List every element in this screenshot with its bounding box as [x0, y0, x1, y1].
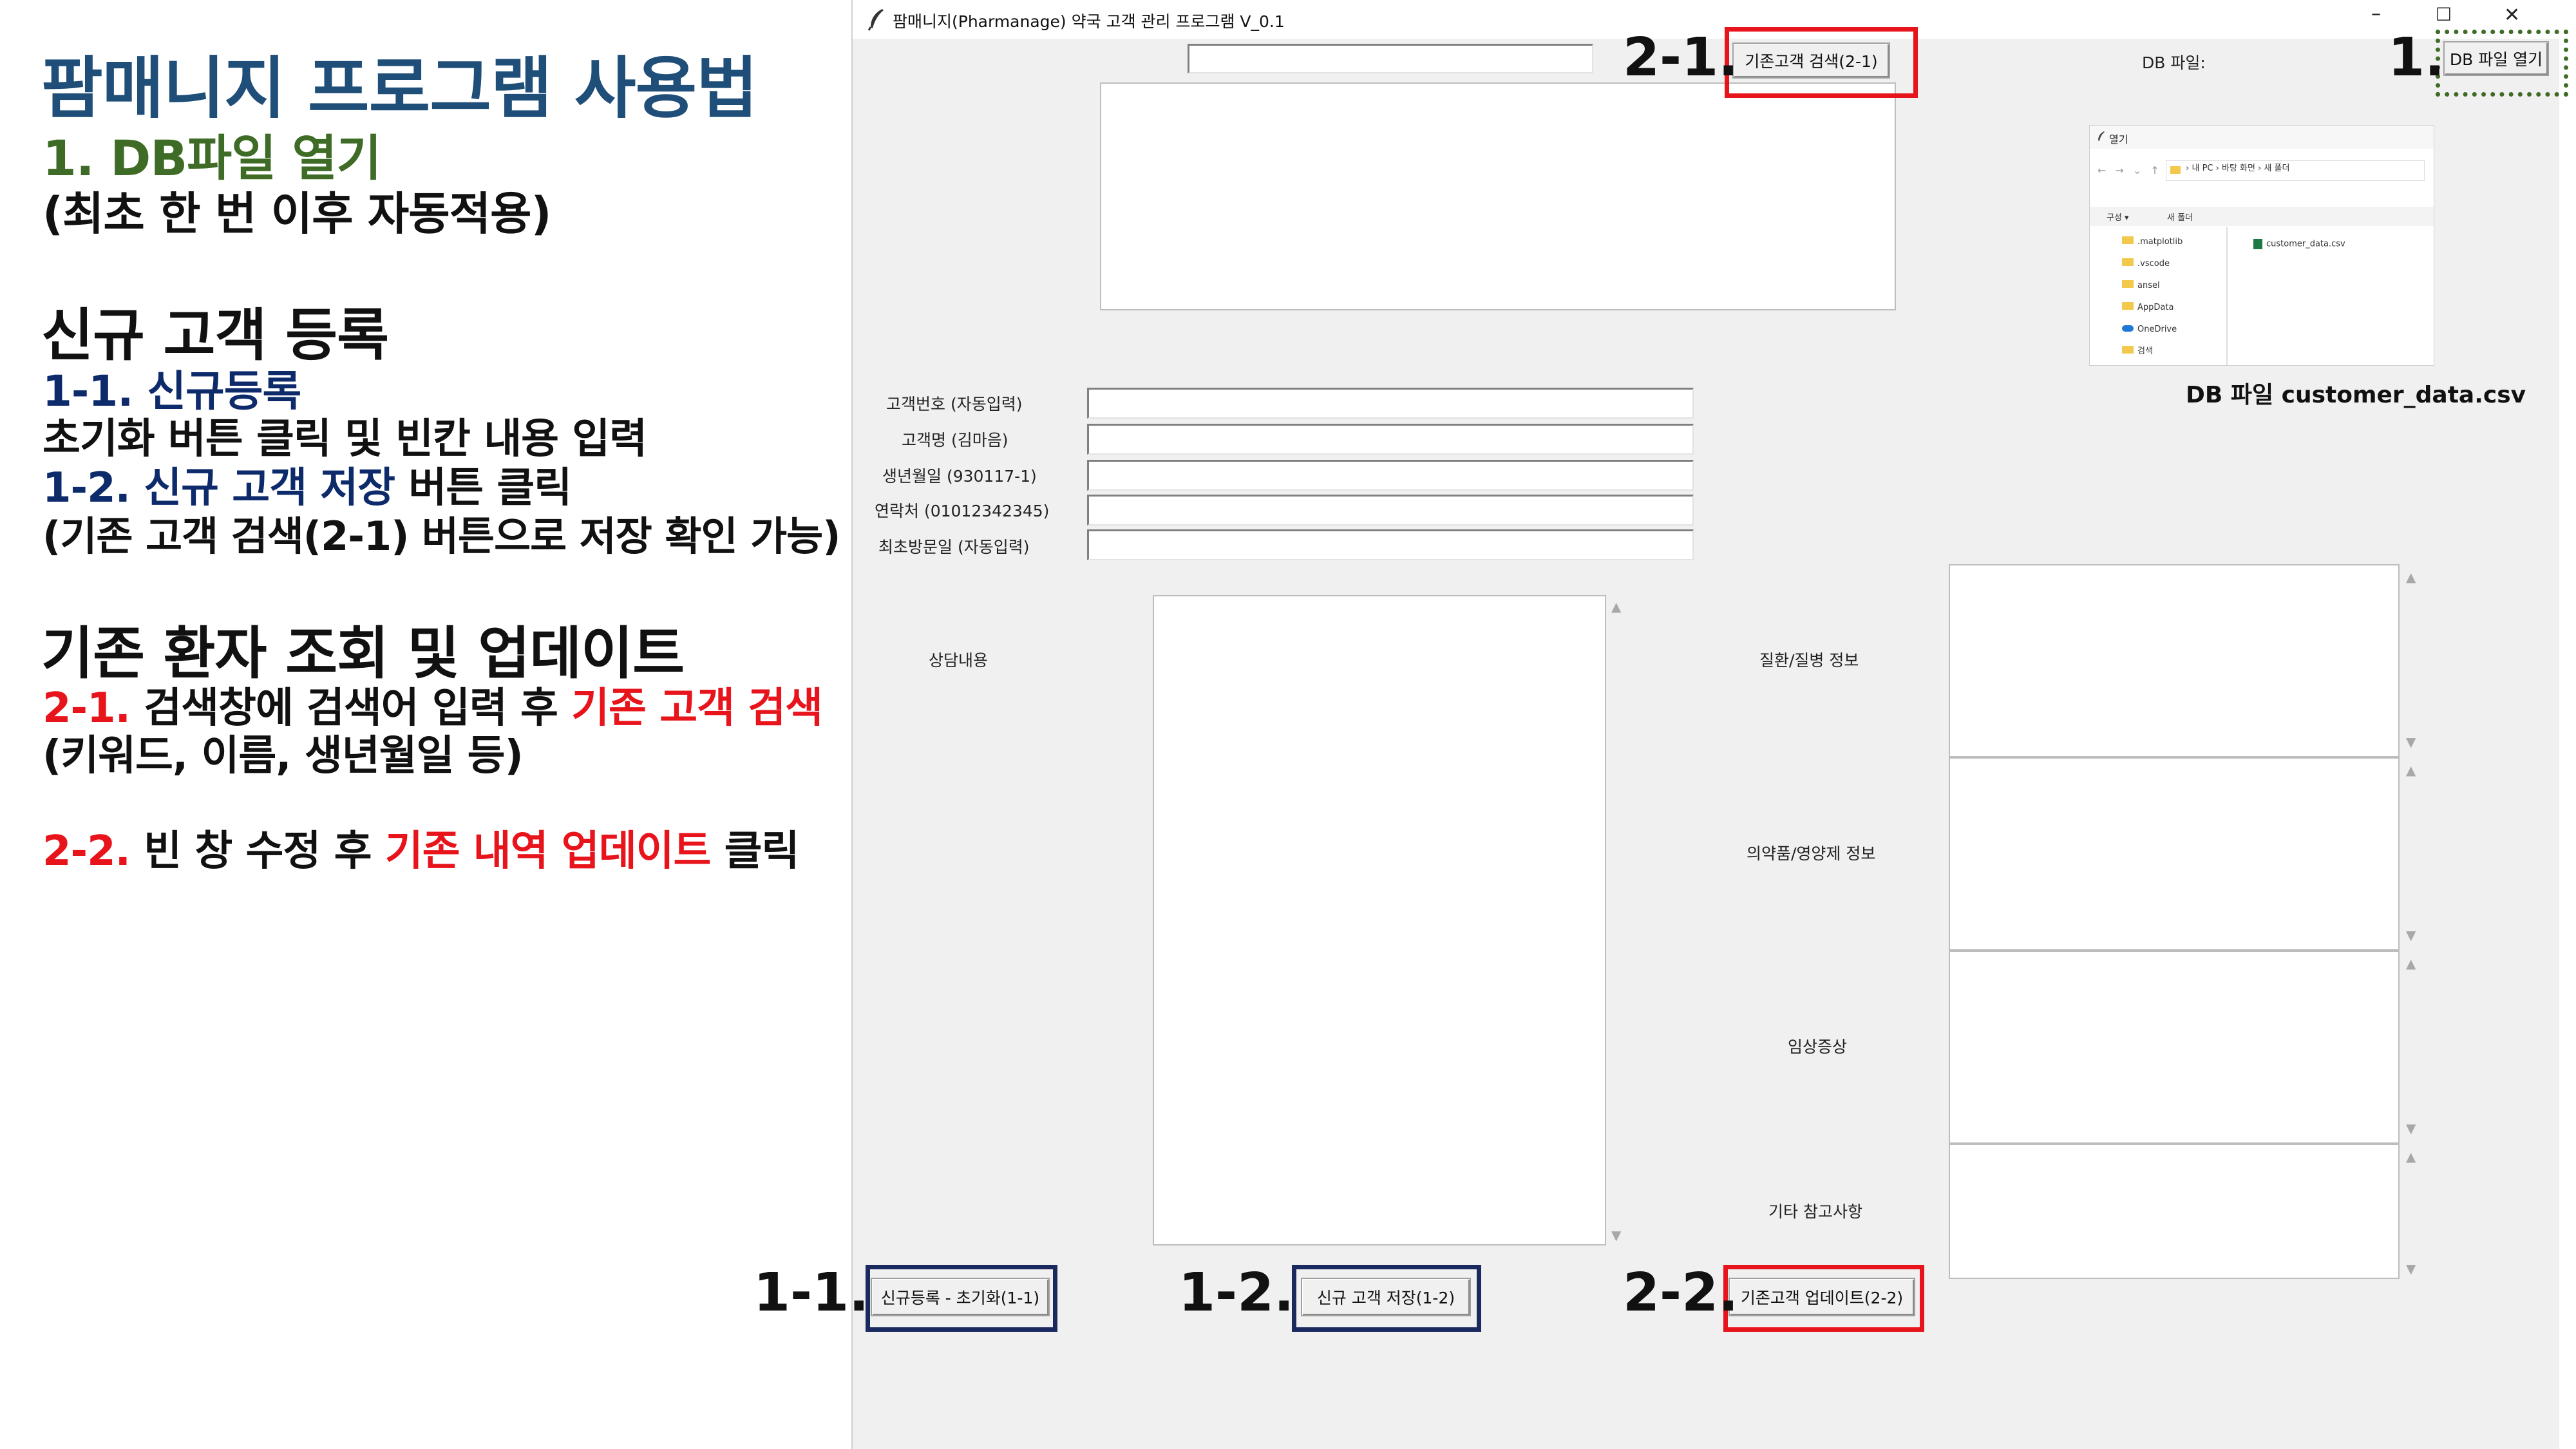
file-item: customer_data.csv	[2253, 239, 2345, 249]
marker-2-1: 2-1.	[1623, 27, 1739, 88]
organize-menu: 구성 ▾	[2107, 213, 2129, 223]
folder-item: ansel	[2122, 275, 2225, 297]
folder-item: .matplotlib	[2122, 231, 2225, 253]
folder-item: 검색	[2122, 341, 2225, 363]
field-label-birthdate: 생년월일 (930117-1)	[882, 467, 1037, 486]
notes-textarea[interactable]	[1949, 1144, 2400, 1279]
scroll-down-icon[interactable]: ▼	[2406, 734, 2416, 750]
symptom-label: 임상증상	[1788, 1037, 1848, 1056]
marker-1: 1.	[2388, 27, 2445, 88]
db-file-caption: DB 파일 customer_data.csv	[2186, 382, 2526, 408]
file-dialog-path: › 내 PC › 바탕 화면 › 새 폴더	[2166, 160, 2425, 181]
file-dialog-title: 열기	[2109, 133, 2128, 146]
cloud-icon	[2122, 325, 2134, 332]
notes-label: 기타 참고사항	[1768, 1202, 1862, 1221]
close-icon[interactable]: ✕	[2504, 4, 2520, 26]
folder-icon	[2122, 280, 2134, 288]
search-button-highlight	[1725, 27, 1918, 98]
consult-label: 상담내용	[929, 651, 989, 670]
medicine-info-textarea[interactable]	[1949, 757, 2400, 951]
feather-icon	[867, 9, 884, 31]
folder-icon	[2122, 258, 2134, 266]
step1-note: (최초 한 번 이후 자동적용)	[43, 187, 551, 240]
guide-title: 팜매니지 프로그램 사용법	[41, 49, 758, 128]
birthdate-field[interactable]	[1087, 460, 1694, 491]
marker-1-1: 1-1.	[753, 1262, 869, 1323]
folder-icon	[2122, 236, 2134, 244]
step12-note: (기존 고객 검색(2-1) 버튼으로 저장 확인 가능)	[43, 513, 841, 560]
path-sep-icon: ›	[2186, 164, 2190, 173]
step22-line: 2-2. 빈 창 수정 후 기존 내역 업데이트 클릭	[43, 818, 799, 877]
db-button-highlight	[2436, 30, 2568, 97]
step21-note: (키워드, 이름, 생년월일 등)	[43, 732, 524, 780]
maximize-icon[interactable]: ☐	[2436, 4, 2452, 25]
folder-item: .vscode	[2122, 253, 2225, 275]
path-part: 새 폴더	[2264, 164, 2290, 173]
nav-arrows-icon: ←→⌄↑	[2098, 164, 2168, 176]
field-label-contact: 연락처 (01012342345)	[875, 502, 1050, 520]
medicine-info-label: 의약품/영양제 정보	[1747, 844, 1876, 863]
window-title: 팜매니지(Pharmanage) 약국 고객 관리 프로그램 V_0.1	[893, 12, 1285, 31]
step22-rest: 클릭	[724, 828, 800, 875]
contact-field[interactable]	[1087, 495, 1694, 526]
symptom-textarea[interactable]	[1949, 951, 2400, 1144]
excel-file-icon	[2253, 239, 2262, 249]
folder-item: AppData	[2122, 297, 2225, 319]
db-file-label: DB 파일:	[2142, 53, 2206, 72]
file-dialog-preview: 열기 ←→⌄↑ › 내 PC › 바탕 화면 › 새 폴더 구성 ▾ 새 폴더 …	[2089, 125, 2434, 366]
scroll-up-icon[interactable]: ▲	[2406, 762, 2416, 778]
path-sep-icon: ›	[2258, 164, 2262, 173]
scroll-down-icon[interactable]: ▼	[1611, 1227, 1621, 1243]
scroll-up-icon[interactable]: ▲	[2406, 569, 2416, 585]
first-visit-field[interactable]	[1087, 529, 1694, 560]
folder-icon	[2170, 166, 2181, 174]
file-list-divider	[2226, 227, 2228, 365]
search-input[interactable]	[1188, 44, 1593, 73]
customer-no-field[interactable]	[1087, 388, 1694, 419]
field-label-customer-name: 고객명 (김마음)	[902, 431, 1009, 450]
consult-textarea[interactable]	[1153, 595, 1606, 1245]
disease-info-textarea[interactable]	[1949, 564, 2400, 757]
disease-info-label: 질환/질병 정보	[1759, 651, 1859, 670]
folder-item: OneDrive	[2122, 319, 2225, 341]
marker-2-2: 2-2.	[1623, 1262, 1739, 1323]
feather-icon	[2098, 131, 2105, 141]
field-label-customer-no: 고객번호 (자동입력)	[886, 395, 1023, 413]
folder-icon	[2122, 302, 2134, 310]
scroll-up-icon[interactable]: ▲	[2406, 956, 2416, 971]
scroll-down-icon[interactable]: ▼	[2406, 1121, 2416, 1136]
folder-list: .matplotlib .vscode ansel AppData OneDri…	[2122, 231, 2225, 363]
step22-emph: 기존 내역 업데이트	[384, 828, 712, 875]
scroll-up-icon[interactable]: ▲	[2406, 1149, 2416, 1164]
customer-name-field[interactable]	[1087, 424, 1694, 455]
update-button-highlight	[1723, 1265, 1924, 1332]
path-part: 내 PC	[2192, 164, 2213, 173]
folder-icon	[2122, 346, 2134, 354]
path-part: 바탕 화면	[2221, 164, 2255, 173]
new-folder-button: 새 폴더	[2167, 213, 2193, 223]
step22-num: 2-2.	[43, 828, 131, 875]
file-dialog-header: 열기	[2090, 126, 2434, 149]
path-sep-icon: ›	[2215, 164, 2219, 173]
scroll-up-icon[interactable]: ▲	[1611, 599, 1621, 614]
scroll-down-icon[interactable]: ▼	[2406, 1261, 2416, 1276]
field-label-first-visit: 최초방문일 (자동입력)	[878, 538, 1030, 556]
marker-1-2: 1-2.	[1179, 1262, 1294, 1323]
minimize-icon[interactable]: –	[2371, 3, 2381, 25]
step21-emph: 기존 고객 검색	[571, 685, 823, 732]
scroll-down-icon[interactable]: ▼	[2406, 927, 2416, 943]
file-name: customer_data.csv	[2266, 239, 2345, 249]
reset-button-highlight	[866, 1265, 1057, 1332]
file-dialog-toolbar: 구성 ▾ 새 폴더	[2090, 207, 2434, 226]
step22-text: 빈 창 수정 후	[144, 828, 372, 875]
search-results-area[interactable]	[1100, 82, 1896, 310]
save-button-highlight	[1292, 1265, 1481, 1332]
